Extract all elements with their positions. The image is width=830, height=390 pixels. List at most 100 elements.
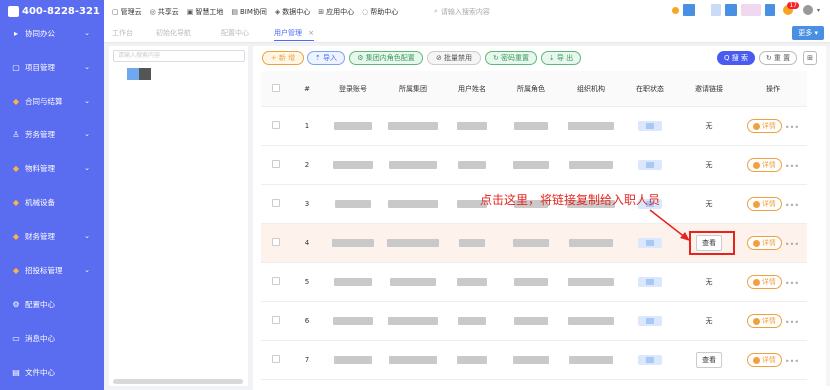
org-redacted — [569, 239, 613, 247]
select-all-checkbox[interactable] — [272, 83, 280, 92]
add-button[interactable]: + 新 增 — [262, 51, 304, 65]
detail-button[interactable]: 详情 — [746, 314, 782, 328]
avatar[interactable] — [802, 5, 813, 15]
sidebar-item-label: 劳务管理 — [25, 129, 55, 139]
reset-button[interactable]: ↻ 重 置 — [759, 51, 797, 65]
detail-icon — [752, 200, 760, 208]
notification-bell-icon[interactable]: 17 — [782, 2, 799, 15]
chevron-down-icon: ⌄ — [84, 63, 90, 71]
detail-button[interactable]: 详情 — [746, 353, 782, 367]
chevron-down-icon[interactable]: ▾ — [817, 7, 820, 14]
more-actions-icon[interactable]: ••• — [785, 201, 799, 210]
sidebar-item[interactable]: ◆ 招投标管理 ⌄ — [0, 261, 104, 279]
role-config-button[interactable]: ⚙ 集团内角色配置 — [349, 51, 423, 65]
reset-password-button[interactable]: ↻ 密码重置 — [485, 51, 537, 65]
detail-button[interactable]: 详情 — [746, 275, 782, 289]
more-actions-icon[interactable]: ••• — [785, 240, 799, 249]
sidebar-item[interactable]: ▤ 文件中心 — [0, 363, 104, 381]
sidebar-item[interactable]: ◆ 合同与结算 ⌄ — [0, 92, 104, 110]
global-search-input[interactable]: 请输入搜索内容 — [441, 7, 490, 17]
tab-init-nav[interactable]: 初始化导航 — [156, 28, 191, 38]
row-checkbox[interactable] — [272, 238, 280, 246]
detail-button[interactable]: 详情 — [746, 236, 782, 250]
col-header: 邀请链接 — [679, 71, 739, 107]
search-button[interactable]: Q 搜 索 — [717, 51, 755, 65]
col-header: 组织机构 — [561, 71, 621, 107]
topnav-item-label: 共享云 — [157, 8, 179, 16]
view-link-button[interactable]: 查看 — [696, 352, 722, 368]
more-actions-icon[interactable]: ••• — [785, 123, 799, 132]
topnav-item[interactable]: ◎ 共享云 — [150, 7, 179, 17]
row-checkbox[interactable] — [272, 199, 280, 207]
row-index: 2 — [291, 145, 323, 185]
annotation-highlight-box — [689, 231, 735, 255]
sidebar-item[interactable]: ▢ 项目管理 ⌄ — [0, 58, 104, 76]
detail-button[interactable]: 详情 — [746, 119, 782, 133]
sidebar-item[interactable]: ◆ 财务管理 ⌄ — [0, 227, 104, 245]
share-icon: ◎ — [149, 8, 156, 16]
tree-node[interactable] — [127, 68, 151, 80]
more-actions-icon[interactable]: ••• — [785, 318, 799, 327]
sidebar-item[interactable]: ⚙ 配置中心 — [0, 295, 104, 313]
tab-workbench[interactable]: 工作台 — [112, 28, 133, 38]
app-icon[interactable] — [724, 4, 737, 16]
diamond-icon: ◆ — [12, 163, 20, 173]
tree-scrollbar[interactable] — [113, 379, 243, 384]
table-row[interactable]: 1 无 详情 ••• — [261, 106, 807, 146]
topnav-item[interactable]: ⊞ 应用中心 — [318, 7, 354, 17]
row-checkbox[interactable] — [272, 355, 280, 363]
detail-button[interactable]: 详情 — [746, 197, 782, 211]
col-header: 所属角色 — [501, 71, 561, 107]
gear-icon: ⚙ — [12, 299, 20, 309]
sidebar-item[interactable]: ▸ 协同办公 ⌄ — [0, 24, 104, 42]
group-redacted — [389, 161, 437, 169]
row-checkbox[interactable] — [272, 160, 280, 168]
row-index: 6 — [291, 301, 323, 341]
detail-icon — [752, 356, 760, 364]
diamond-icon: ◆ — [12, 231, 20, 241]
tab-config-center[interactable]: 配置中心 — [221, 28, 249, 38]
topnav-item[interactable]: ◈ 数据中心 — [275, 7, 310, 17]
sidebar-item[interactable]: ▭ 消息中心 — [0, 329, 104, 347]
topnav-item[interactable]: ◌ 帮助中心 — [362, 7, 398, 17]
column-settings-icon[interactable]: ⊞ — [803, 51, 817, 65]
more-actions-icon[interactable]: ••• — [785, 279, 799, 288]
chevron-down-icon: ⌄ — [84, 29, 90, 37]
batch-disable-button[interactable]: ⊘ 批量禁用 — [427, 51, 481, 65]
logo[interactable]: 400-8228-321 — [8, 6, 100, 17]
tree-search-input[interactable]: 请输入搜索内容 — [113, 50, 245, 62]
table-row[interactable]: 5 无 详情 ••• — [261, 262, 807, 302]
apps-icon: ⊞ — [318, 8, 325, 16]
table-row[interactable]: 2 无 详情 ••• — [261, 145, 807, 185]
table-row[interactable]: 7 查看 详情 ••• — [261, 340, 807, 380]
col-header: 在职状态 — [621, 71, 679, 107]
detail-button[interactable]: 详情 — [746, 158, 782, 172]
role-redacted — [513, 161, 549, 169]
login-account-redacted — [333, 161, 373, 169]
row-index: 7 — [291, 340, 323, 380]
tab-user-management[interactable]: 用户管理 × — [274, 28, 315, 41]
row-checkbox[interactable] — [272, 121, 280, 129]
import-button[interactable]: ⇡ 导入 — [307, 51, 345, 65]
group-redacted — [388, 317, 438, 325]
sidebar-item[interactable]: ◆ 物料管理 ⌄ — [0, 159, 104, 177]
more-actions-icon[interactable]: ••• — [785, 162, 799, 171]
app-icon[interactable] — [682, 4, 695, 16]
more-actions-icon[interactable]: ••• — [785, 357, 799, 366]
topnav-item[interactable]: ▣ 智慧工地 — [187, 7, 224, 17]
topnav-item[interactable]: ▢ 管理云 — [112, 7, 142, 17]
row-checkbox[interactable] — [272, 277, 280, 285]
col-header: 用户姓名 — [443, 71, 501, 107]
sidebar-item[interactable]: ◆ 机械设备 — [0, 193, 104, 211]
topnav-item[interactable]: ▤ BIM协同 — [231, 7, 267, 17]
more-tabs-button[interactable]: 更多 ▾ — [792, 26, 824, 40]
org-redacted — [568, 317, 614, 325]
row-checkbox[interactable] — [272, 316, 280, 324]
export-button[interactable]: ⇣ 导 出 — [541, 51, 581, 65]
table-row[interactable]: 6 无 详情 ••• — [261, 301, 807, 341]
sidebar-item[interactable]: ♙ 劳务管理 ⌄ — [0, 125, 104, 143]
global-search[interactable]: ⌕ 请输入搜索内容 — [434, 5, 544, 18]
close-icon[interactable]: × — [308, 29, 314, 37]
page-scrollbar[interactable] — [826, 46, 830, 386]
sidebar-item-label: 文件中心 — [25, 367, 55, 377]
